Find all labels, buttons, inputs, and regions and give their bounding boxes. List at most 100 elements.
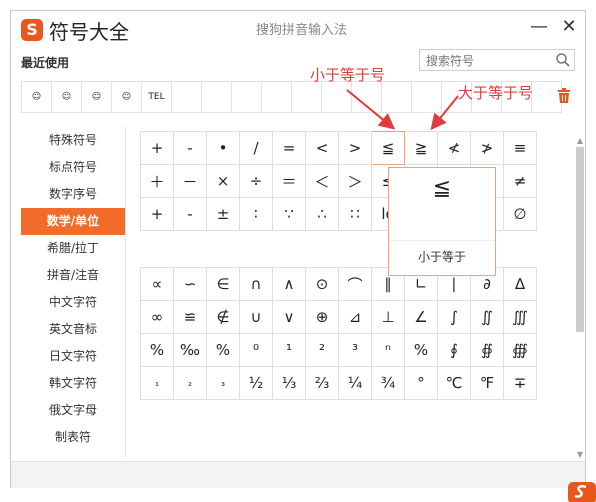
symbol-cell[interactable]: ⊕ [305,300,339,334]
symbol-cell[interactable]: ³ [338,333,372,367]
symbol-cell[interactable]: ℉ [470,366,504,400]
symbol-cell[interactable]: ∷ [338,197,372,231]
sidebar-category-item[interactable]: 数学/单位 [21,208,125,235]
symbol-cell[interactable]: ∞ [140,300,174,334]
symbol-cell[interactable]: ∬ [470,300,504,334]
symbol-cell[interactable]: % [140,333,174,367]
symbol-cell[interactable]: ∪ [239,300,273,334]
symbol-cell[interactable]: + [140,131,174,165]
symbol-cell[interactable]: = [272,131,306,165]
title-bar[interactable]: S 符号大全 搜狗拼音输入法 — ✕ [11,11,585,49]
symbol-cell[interactable]: ≡ [503,131,537,165]
symbol-cell[interactable]: ∴ [305,197,339,231]
symbol-cell[interactable]: ∰ [503,333,537,367]
symbol-cell[interactable]: ≮ [437,131,471,165]
symbol-cell[interactable]: ‰ [173,333,207,367]
symbol-cell[interactable]: ＞ [338,164,372,198]
symbol-cell[interactable]: ∭ [503,300,537,334]
symbol-cell[interactable]: ℃ [437,366,471,400]
symbol-cell[interactable]: > [338,131,372,165]
recent-symbol-cell[interactable] [382,82,412,112]
symbol-cell[interactable]: ₂ [173,366,207,400]
symbol-cell[interactable]: ₁ [140,366,174,400]
sidebar-category-item[interactable]: 日文字符 [21,343,125,370]
symbol-cell[interactable]: ≌ [173,300,207,334]
symbol-cell[interactable]: ∮ [437,333,471,367]
symbol-cell[interactable]: ⅔ [305,366,339,400]
search-box[interactable] [419,49,575,71]
symbol-cell[interactable]: ∅ [503,197,537,231]
search-input[interactable] [424,51,553,71]
symbol-cell[interactable]: ⅓ [272,366,306,400]
symbol-cell[interactable]: ⊿ [338,300,372,334]
recent-symbol-cell[interactable] [202,82,232,112]
symbol-cell[interactable]: ∆ [503,267,537,301]
symbol-cell[interactable]: % [404,333,438,367]
symbol-cell[interactable]: ＝ [272,164,306,198]
recent-symbol-cell[interactable]: ☺ [112,82,142,112]
symbol-cell[interactable]: ¼ [338,366,372,400]
symbol-cell[interactable]: ≯ [470,131,504,165]
symbol-cell[interactable]: ∧ [272,267,306,301]
symbol-cell[interactable]: ∽ [173,267,207,301]
recent-symbol-cell[interactable] [172,82,202,112]
symbol-cell[interactable]: ≧ [404,131,438,165]
symbol-cell[interactable]: ¾ [371,366,405,400]
sidebar-category-item[interactable]: 数字序号 [21,181,125,208]
sidebar-category-item[interactable]: 拼音/注音 [21,262,125,289]
symbol-cell[interactable]: ⁰ [239,333,273,367]
scrollbar[interactable]: ▲ ▼ [575,137,585,459]
recent-symbol-cell[interactable] [262,82,292,112]
symbol-cell[interactable]: ∯ [470,333,504,367]
sidebar-category-item[interactable]: 中文字符 [21,289,125,316]
recent-symbol-cell[interactable] [412,82,442,112]
close-button[interactable]: ✕ [559,17,579,37]
symbol-cell[interactable]: ∶ [239,197,273,231]
symbol-cell[interactable]: ≠ [503,164,537,198]
symbol-cell[interactable]: × [206,164,240,198]
recent-symbol-cell[interactable]: ☺ [22,82,52,112]
recent-symbol-cell[interactable] [232,82,262,112]
symbol-cell[interactable]: ⊙ [305,267,339,301]
sidebar-category-item[interactable]: 韩文字符 [21,370,125,397]
scroll-down-arrow-icon[interactable]: ▼ [575,451,585,459]
symbol-cell[interactable]: ⁿ [371,333,405,367]
symbol-cell[interactable]: ₃ [206,366,240,400]
symbol-cell[interactable]: + [140,197,174,231]
scroll-thumb[interactable] [576,147,584,332]
sidebar-category-item[interactable]: 英文音标 [21,316,125,343]
recent-symbol-cell[interactable] [322,82,352,112]
sidebar-category-item[interactable]: 俄文字母 [21,397,125,424]
symbol-cell[interactable]: ＋ [140,164,174,198]
symbol-cell[interactable]: ＜ [305,164,339,198]
sidebar-category-item[interactable]: 制表符 [21,424,125,451]
symbol-cell[interactable]: ± [206,197,240,231]
trash-icon[interactable] [557,88,571,104]
symbol-cell[interactable]: / [239,131,273,165]
symbol-cell[interactable]: ½ [239,366,273,400]
symbol-cell[interactable]: ∈ [206,267,240,301]
symbol-cell[interactable]: % [206,333,240,367]
symbol-cell[interactable]: ≦ [371,131,405,165]
sidebar-category-item[interactable]: 希腊/拉丁 [21,235,125,262]
minimize-button[interactable]: — [529,17,549,37]
symbol-cell[interactable]: < [305,131,339,165]
sidebar-category-item[interactable]: 特殊符号 [21,127,125,154]
symbol-cell[interactable]: ¹ [272,333,306,367]
recent-symbol-cell[interactable]: ☺ [52,82,82,112]
symbol-cell[interactable]: ∠ [404,300,438,334]
symbol-cell[interactable]: • [206,131,240,165]
recent-symbol-cell[interactable] [352,82,382,112]
symbol-cell[interactable]: ⊥ [371,300,405,334]
symbol-cell[interactable]: ² [305,333,339,367]
symbol-cell[interactable]: ∓ [503,366,537,400]
symbol-cell[interactable]: ∫ [437,300,471,334]
search-icon[interactable] [555,52,571,68]
sidebar-category-item[interactable]: 标点符号 [21,154,125,181]
symbol-cell[interactable]: ∵ [272,197,306,231]
symbol-cell[interactable]: ∝ [140,267,174,301]
symbol-cell[interactable]: － [173,164,207,198]
symbol-cell[interactable]: ⌒ [338,267,372,301]
symbol-cell[interactable]: ∨ [272,300,306,334]
symbol-cell[interactable]: - [173,131,207,165]
